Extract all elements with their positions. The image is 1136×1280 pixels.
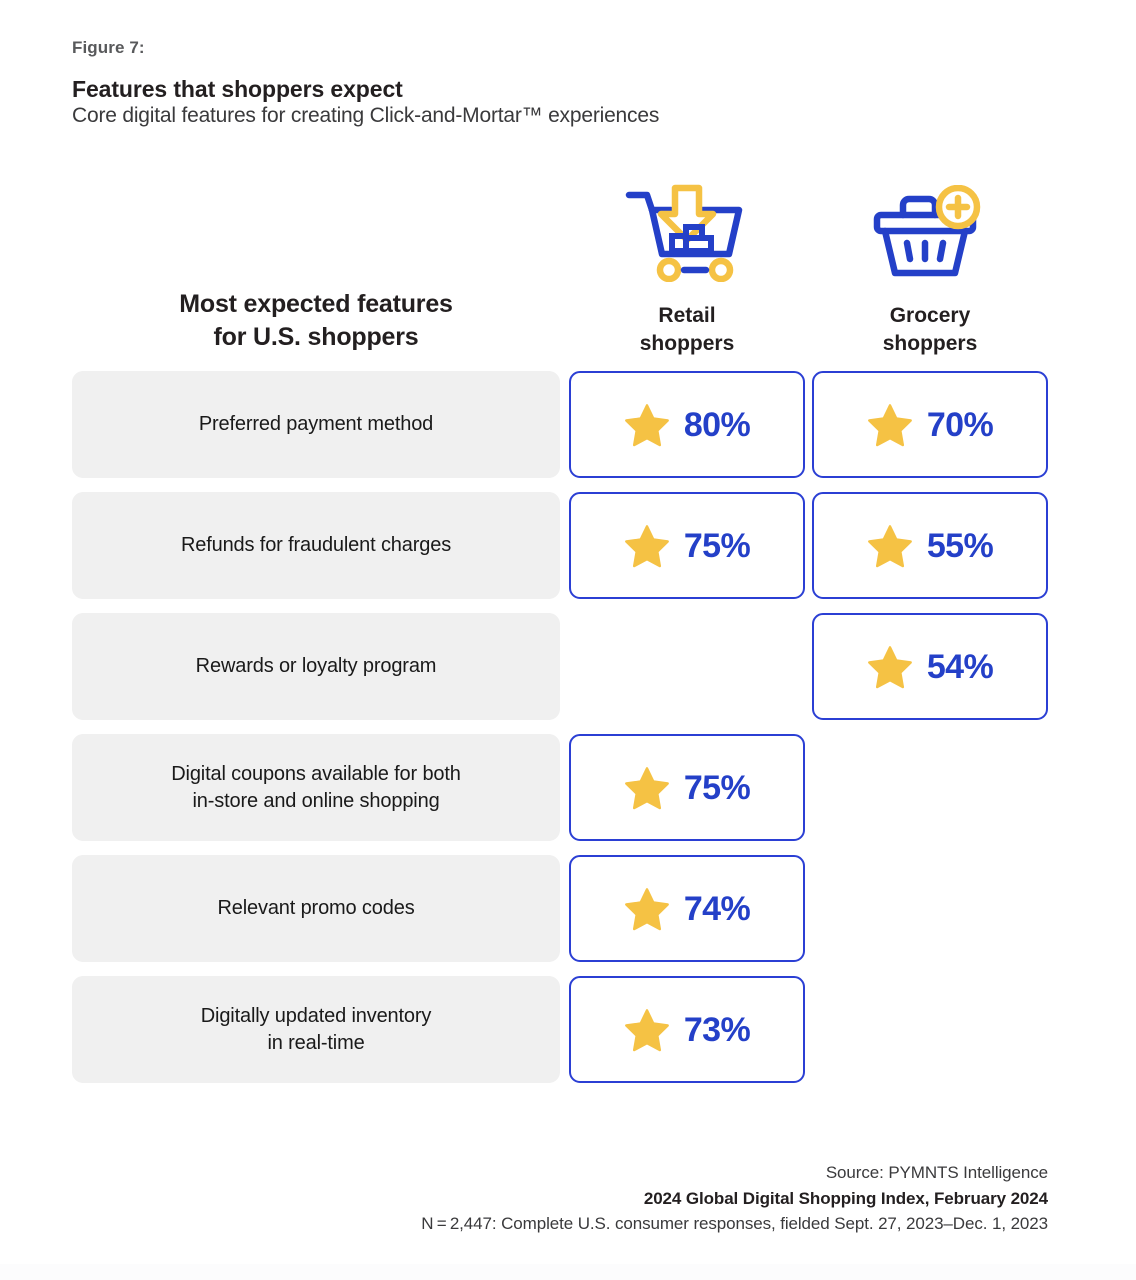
source-line: Source: PYMNTS Intelligence (825, 1163, 1048, 1182)
sample-line: N = 2,447: Complete U.S. consumer respon… (421, 1214, 1048, 1233)
stat-card-retail[interactable]: 80% (569, 371, 805, 478)
feature-label-line1: Digitally updated inventory (200, 1004, 432, 1027)
feature-label-text: Relevant promo codes (217, 895, 414, 922)
stat-card-grocery[interactable]: 70% (812, 371, 1048, 478)
table-body: Preferred payment method 80% 70% Refunds fo… (0, 371, 1136, 1097)
table-row: Refunds for fraudulent charges 75% 55% (0, 492, 1136, 599)
table-row: Rewards or loyalty program 54% (0, 613, 1136, 720)
percentage-value: 55% (926, 526, 994, 565)
percentage-value: 75% (683, 768, 751, 807)
column-header-grocery: Grocery shoppers (810, 302, 1050, 357)
stat-card-retail[interactable]: 75% (569, 492, 805, 599)
percentage-value: 75% (683, 526, 751, 565)
shopping-basket-plus-icon (865, 184, 995, 285)
table-row: Relevant promo codes 74% (0, 855, 1136, 962)
feature-label-line1: Preferred payment method (198, 413, 434, 435)
feature-label-pill: Refunds for fraudulent charges (72, 492, 560, 599)
star-icon (867, 644, 913, 690)
stat-card-grocery-empty (812, 734, 1048, 841)
stat-card-retail-empty (569, 613, 805, 720)
bottom-strip (0, 1264, 1136, 1280)
stat-card-grocery-empty (812, 976, 1048, 1083)
feature-label-text: Rewards or loyalty program (196, 653, 437, 680)
star-icon (624, 886, 670, 932)
feature-label-line1: Relevant promo codes (217, 897, 415, 919)
feature-label-text: Digitally updated inventory in real-time (201, 1003, 432, 1057)
feature-label-text: Digital coupons available for both in-sto… (171, 761, 461, 815)
stat-card-retail[interactable]: 75% (569, 734, 805, 841)
feature-label-line2: in real-time (267, 1031, 365, 1054)
stat-card-retail[interactable]: 74% (569, 855, 805, 962)
percentage-value: 80% (683, 405, 751, 444)
row-header-title-line2: for U.S. shoppers (213, 322, 419, 351)
star-icon (624, 402, 670, 448)
star-icon (867, 402, 913, 448)
table-row: Digital coupons available for both in-sto… (0, 734, 1136, 841)
percentage-value: 54% (926, 647, 994, 686)
feature-label-pill: Rewards or loyalty program (72, 613, 560, 720)
feature-label-text: Refunds for fraudulent charges (181, 532, 451, 559)
row-header-title-line1: Most expected features (179, 290, 453, 318)
feature-label-text: Preferred payment method (199, 411, 433, 438)
feature-label-pill: Digital coupons available for both in-sto… (72, 734, 560, 841)
feature-label-line1: Digital coupons available for both (171, 762, 461, 785)
stat-card-grocery[interactable]: 54% (812, 613, 1048, 720)
figure-number-label: Figure 7: (72, 38, 145, 57)
feature-label-pill: Digitally updated inventory in real-time (72, 976, 560, 1083)
figure-title: Features that shoppers expect (72, 76, 403, 102)
column-header-retail: Retail shoppers (567, 302, 807, 357)
feature-label-line1: Rewards or loyalty program (195, 655, 437, 677)
percentage-value: 74% (683, 889, 751, 928)
figure-subtitle: Core digital features for creating Click… (72, 104, 660, 127)
stat-card-grocery-empty (812, 855, 1048, 962)
percentage-value: 70% (926, 405, 994, 444)
star-icon (867, 523, 913, 569)
feature-label-pill: Relevant promo codes (72, 855, 560, 962)
feature-label-line1: Refunds for fraudulent charges (180, 534, 452, 556)
star-icon (624, 1007, 670, 1053)
table-row: Preferred payment method 80% 70% (0, 371, 1136, 478)
feature-label-pill: Preferred payment method (72, 371, 560, 478)
report-line: 2024 Global Digital Shopping Index, Febr… (643, 1188, 1048, 1208)
column-header-grocery-line2: shoppers (882, 331, 978, 355)
percentage-value: 73% (683, 1010, 751, 1049)
shopping-cart-download-icon (621, 182, 751, 283)
star-icon (624, 523, 670, 569)
stat-card-grocery[interactable]: 55% (812, 492, 1048, 599)
footer-source-block: Source: PYMNTS Intelligence 2024 Global … (348, 1160, 1048, 1237)
table-row: Digitally updated inventory in real-time 7… (0, 976, 1136, 1083)
figure-container: Figure 7: Features that shoppers expect … (0, 0, 1136, 1280)
row-header-title: Most expected features for U.S. shoppers (72, 288, 560, 353)
column-header-grocery-line1: Grocery (889, 304, 971, 327)
column-header-retail-line2: shoppers (639, 331, 735, 355)
feature-label-line2: in-store and online shopping (192, 789, 440, 812)
column-header-retail-line1: Retail (658, 304, 716, 327)
star-icon (624, 765, 670, 811)
stat-card-retail[interactable]: 73% (569, 976, 805, 1083)
